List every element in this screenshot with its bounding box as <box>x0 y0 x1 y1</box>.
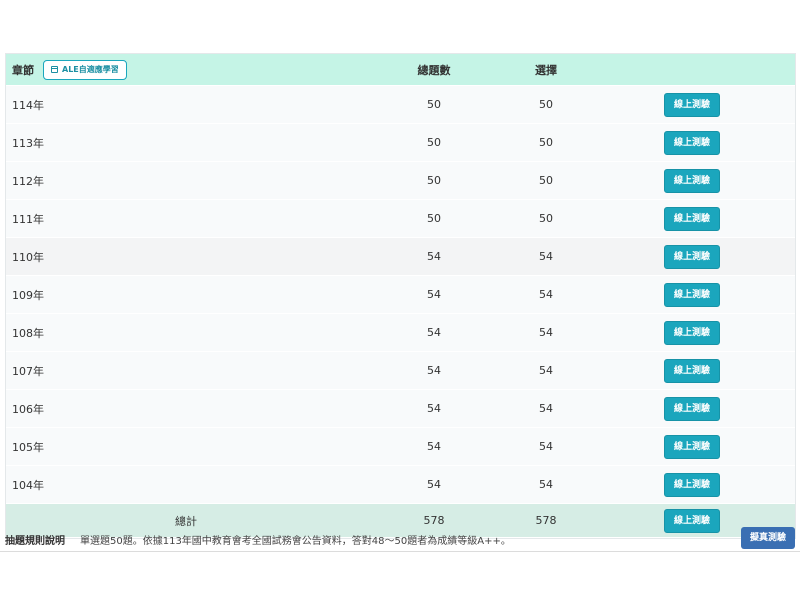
row-year: 107年 <box>12 364 44 378</box>
online-test-button[interactable]: 線上測驗 <box>663 320 720 345</box>
ale-adaptive-learning-button[interactable]: ALE自適應學習 <box>43 59 127 80</box>
row-total: 54 <box>427 326 441 339</box>
row-total: 50 <box>427 212 441 225</box>
row-total: 54 <box>427 440 441 453</box>
total-questions-header: 總題數 <box>417 63 451 77</box>
row-choice: 50 <box>539 136 553 149</box>
online-test-button[interactable]: 線上測驗 <box>663 434 720 459</box>
row-choice: 54 <box>539 440 553 453</box>
row-year: 112年 <box>12 174 44 188</box>
online-test-button[interactable]: 線上測驗 <box>663 244 720 269</box>
row-total: 50 <box>427 98 441 111</box>
ale-button-label: ALE自適應學習 <box>62 65 119 74</box>
row-choice: 54 <box>539 478 553 491</box>
simulate-test-button[interactable]: 擬真測驗 <box>741 527 795 549</box>
chapter-header: 章節 <box>12 63 34 77</box>
row-year: 108年 <box>12 326 44 340</box>
table-row: 110年 54 54 線上測驗 <box>6 238 795 276</box>
row-total: 54 <box>427 402 441 415</box>
online-test-button[interactable]: 線上測驗 <box>663 396 720 421</box>
table-row: 109年 54 54 線上測驗 <box>6 276 795 314</box>
row-total: 54 <box>427 364 441 377</box>
calendar-icon <box>51 66 58 73</box>
row-year: 113年 <box>12 136 44 150</box>
row-choice: 50 <box>539 174 553 187</box>
row-choice: 54 <box>539 288 553 301</box>
online-test-button[interactable]: 線上測驗 <box>663 168 720 193</box>
row-choice: 50 <box>539 98 553 111</box>
row-total: 50 <box>427 136 441 149</box>
row-total: 54 <box>427 288 441 301</box>
row-total: 50 <box>427 174 441 187</box>
table-row: 114年 50 50 線上測驗 <box>6 86 795 124</box>
row-choice: 54 <box>539 250 553 263</box>
online-test-button[interactable]: 線上測驗 <box>663 206 720 231</box>
row-year: 109年 <box>12 288 44 302</box>
row-choice: 50 <box>539 212 553 225</box>
row-choice: 54 <box>539 364 553 377</box>
row-choice: 54 <box>539 326 553 339</box>
table-row: 104年 54 54 線上測驗 <box>6 466 795 504</box>
table-row: 113年 50 50 線上測驗 <box>6 124 795 162</box>
online-test-button[interactable]: 線上測驗 <box>663 130 720 155</box>
table-row: 111年 50 50 線上測驗 <box>6 200 795 238</box>
choice-header: 選擇 <box>535 63 557 77</box>
table-header: 章節 ALE自適應學習 總題數 選擇 <box>6 54 795 86</box>
row-year: 104年 <box>12 478 44 492</box>
table-row: 106年 54 54 線上測驗 <box>6 390 795 428</box>
row-total: 54 <box>427 250 441 263</box>
row-year: 111年 <box>12 212 44 226</box>
row-year: 105年 <box>12 440 44 454</box>
rules-footer: 抽題規則說明 單選題50題。依據113年國中教育會考全國試務會公告資料，答對48… <box>0 527 800 552</box>
table-row: 108年 54 54 線上測驗 <box>6 314 795 352</box>
online-test-button[interactable]: 線上測驗 <box>663 92 720 117</box>
rules-text: 單選題50題。依據113年國中教育會考全國試務會公告資料，答對48～50題者為成… <box>80 536 511 547</box>
online-test-button[interactable]: 線上測驗 <box>663 358 720 383</box>
exam-table: 章節 ALE自適應學習 總題數 選擇 114年 50 50 線上測驗 113年 50 50 線… <box>5 53 796 539</box>
table-row: 107年 54 54 線上測驗 <box>6 352 795 390</box>
table-row: 112年 50 50 線上測驗 <box>6 162 795 200</box>
row-year: 106年 <box>12 402 44 416</box>
row-year: 114年 <box>12 98 44 112</box>
row-total: 54 <box>427 478 441 491</box>
row-year: 110年 <box>12 250 44 264</box>
table-row: 105年 54 54 線上測驗 <box>6 428 795 466</box>
row-choice: 54 <box>539 402 553 415</box>
rules-title: 抽題規則說明 <box>5 536 65 547</box>
online-test-button[interactable]: 線上測驗 <box>663 472 720 497</box>
online-test-button[interactable]: 線上測驗 <box>663 282 720 307</box>
